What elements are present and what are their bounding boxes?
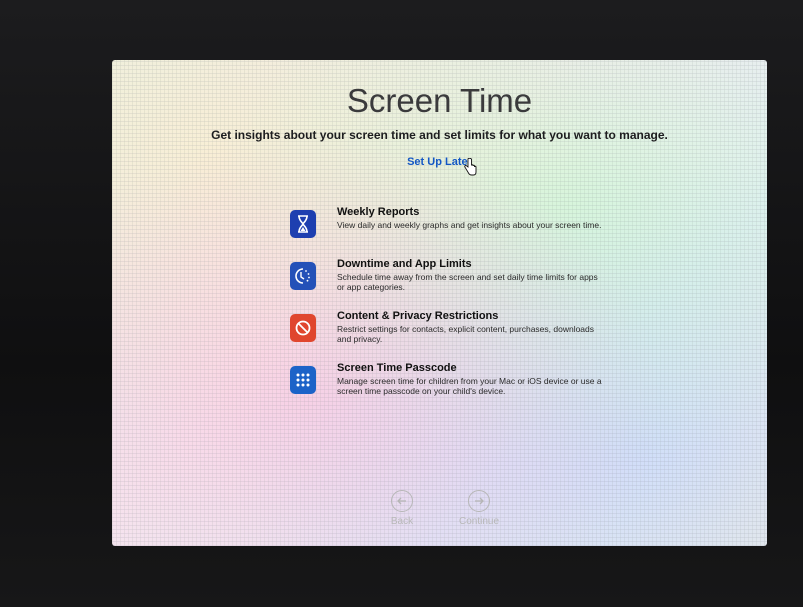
restriction-icon <box>290 314 316 342</box>
feature-list: Weekly Reports View daily and weekly gra… <box>290 206 620 414</box>
forward-arrow-icon <box>468 490 490 512</box>
hourglass-icon <box>290 210 316 238</box>
page-title: Screen Time <box>346 82 533 119</box>
feature-description: View daily and weekly graphs and get ins… <box>337 220 602 230</box>
feature-downtime-app-limits: Downtime and App Limits Schedule time aw… <box>290 258 620 310</box>
feature-weekly-reports: Weekly Reports View daily and weekly gra… <box>290 206 620 258</box>
continue-button[interactable]: Continue <box>454 490 504 527</box>
feature-description: Schedule time away from the screen and s… <box>337 272 598 292</box>
back-arrow-icon <box>391 490 413 512</box>
feature-screen-time-passcode: Screen Time Passcode Manage screen time … <box>290 362 620 414</box>
feature-title: Screen Time Passcode <box>337 362 457 374</box>
hand-pointer-icon <box>464 158 477 176</box>
feature-description: Restrict settings for contacts, explicit… <box>337 324 595 344</box>
keypad-icon <box>290 366 316 394</box>
back-label: Back <box>390 516 414 527</box>
page-subtitle: Get insights about your screen time and … <box>211 128 668 142</box>
continue-label: Continue <box>458 516 500 527</box>
back-button[interactable]: Back <box>377 490 427 527</box>
feature-title: Downtime and App Limits <box>337 258 472 270</box>
feature-title: Weekly Reports <box>337 206 420 218</box>
feature-title: Content & Privacy Restrictions <box>337 310 499 322</box>
feature-content-privacy: Content & Privacy Restrictions Restrict … <box>290 310 620 362</box>
set-up-later-link[interactable]: Set Up Later <box>112 156 767 168</box>
downtime-icon <box>290 262 316 290</box>
setup-screen: Screen Time Get insights about your scre… <box>112 60 767 546</box>
feature-description: Manage screen time for children from you… <box>337 376 602 396</box>
